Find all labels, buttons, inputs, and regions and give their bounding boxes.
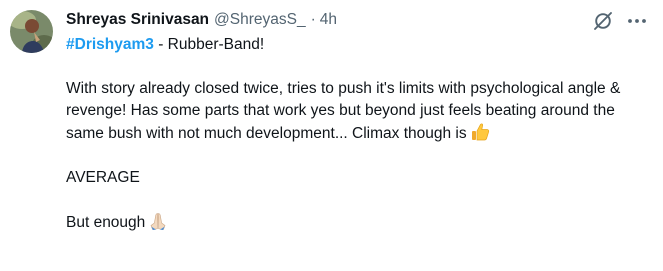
tweet-timestamp[interactable]: 4h bbox=[320, 9, 337, 31]
verdict-paragraph: AVERAGE bbox=[66, 169, 140, 186]
closing-paragraph-text: But enough bbox=[66, 214, 146, 231]
tweet-headline: #Drishyam3 - Rubber-Band! bbox=[66, 34, 651, 56]
review-paragraph: With story already closed twice, tries t… bbox=[66, 78, 651, 145]
header-separator: · bbox=[310, 11, 316, 28]
hashtag-link[interactable]: #Drishyam3 bbox=[66, 36, 154, 53]
more-options-button[interactable] bbox=[625, 9, 649, 33]
review-paragraph-text: With story already closed twice, tries t… bbox=[66, 80, 621, 142]
author-display-name[interactable]: Shreyas Srinivasan bbox=[66, 9, 209, 31]
folded-hands-emoji-icon bbox=[148, 211, 168, 231]
tweet-text: #Drishyam3 - Rubber-Band! With story alr… bbox=[66, 34, 651, 234]
author-handle[interactable]: @ShreyasS_ bbox=[214, 9, 306, 31]
thumbs-up-emoji-icon bbox=[470, 122, 490, 142]
closing-paragraph: But enough bbox=[66, 211, 651, 234]
tweet-card[interactable]: Shreyas Srinivasan @ShreyasS_ · 4h #Dris… bbox=[0, 0, 663, 271]
grok-button[interactable] bbox=[591, 9, 615, 33]
more-horizontal-icon bbox=[628, 19, 646, 23]
author-avatar[interactable] bbox=[10, 10, 53, 53]
headline-text: - Rubber-Band! bbox=[153, 36, 265, 53]
tweet-header: Shreyas Srinivasan @ShreyasS_ · 4h bbox=[66, 9, 337, 31]
tweet-actions bbox=[591, 9, 649, 33]
grok-slash-circle-icon bbox=[594, 12, 612, 30]
